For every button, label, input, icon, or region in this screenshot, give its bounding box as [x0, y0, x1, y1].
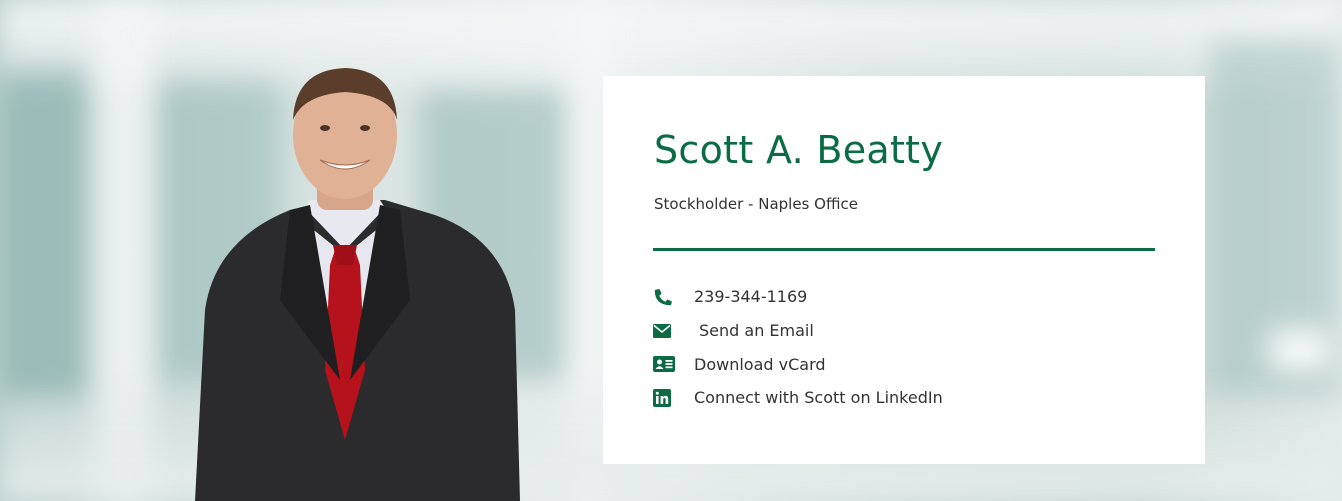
contact-list: 239-344-1169 Send an Email Download vCar…: [653, 280, 943, 415]
phone-link[interactable]: 239-344-1169: [653, 280, 943, 314]
envelope-icon: [653, 321, 677, 341]
background-light: [1270, 330, 1330, 370]
linkedin-link[interactable]: Connect with Scott on LinkedIn: [653, 381, 943, 415]
linkedin-icon: [653, 388, 677, 408]
phone-number: 239-344-1169: [694, 287, 808, 307]
profile-hero: Scott A. Beatty Stockholder - Naples Off…: [0, 0, 1342, 501]
send-email-label: Send an Email: [699, 321, 814, 341]
download-vcard-link[interactable]: Download vCard: [653, 347, 943, 381]
linkedin-label: Connect with Scott on LinkedIn: [694, 388, 943, 408]
send-email-link[interactable]: Send an Email: [653, 314, 943, 348]
profile-photo: [195, 68, 520, 501]
profile-card: Scott A. Beatty Stockholder - Naples Off…: [603, 76, 1205, 464]
phone-icon: [653, 287, 677, 307]
background-window: [0, 70, 90, 400]
vcard-icon: [653, 354, 677, 374]
profile-title: Stockholder - Naples Office: [654, 195, 858, 213]
download-vcard-label: Download vCard: [694, 354, 826, 374]
divider: [653, 248, 1155, 251]
profile-name: Scott A. Beatty: [654, 128, 944, 172]
